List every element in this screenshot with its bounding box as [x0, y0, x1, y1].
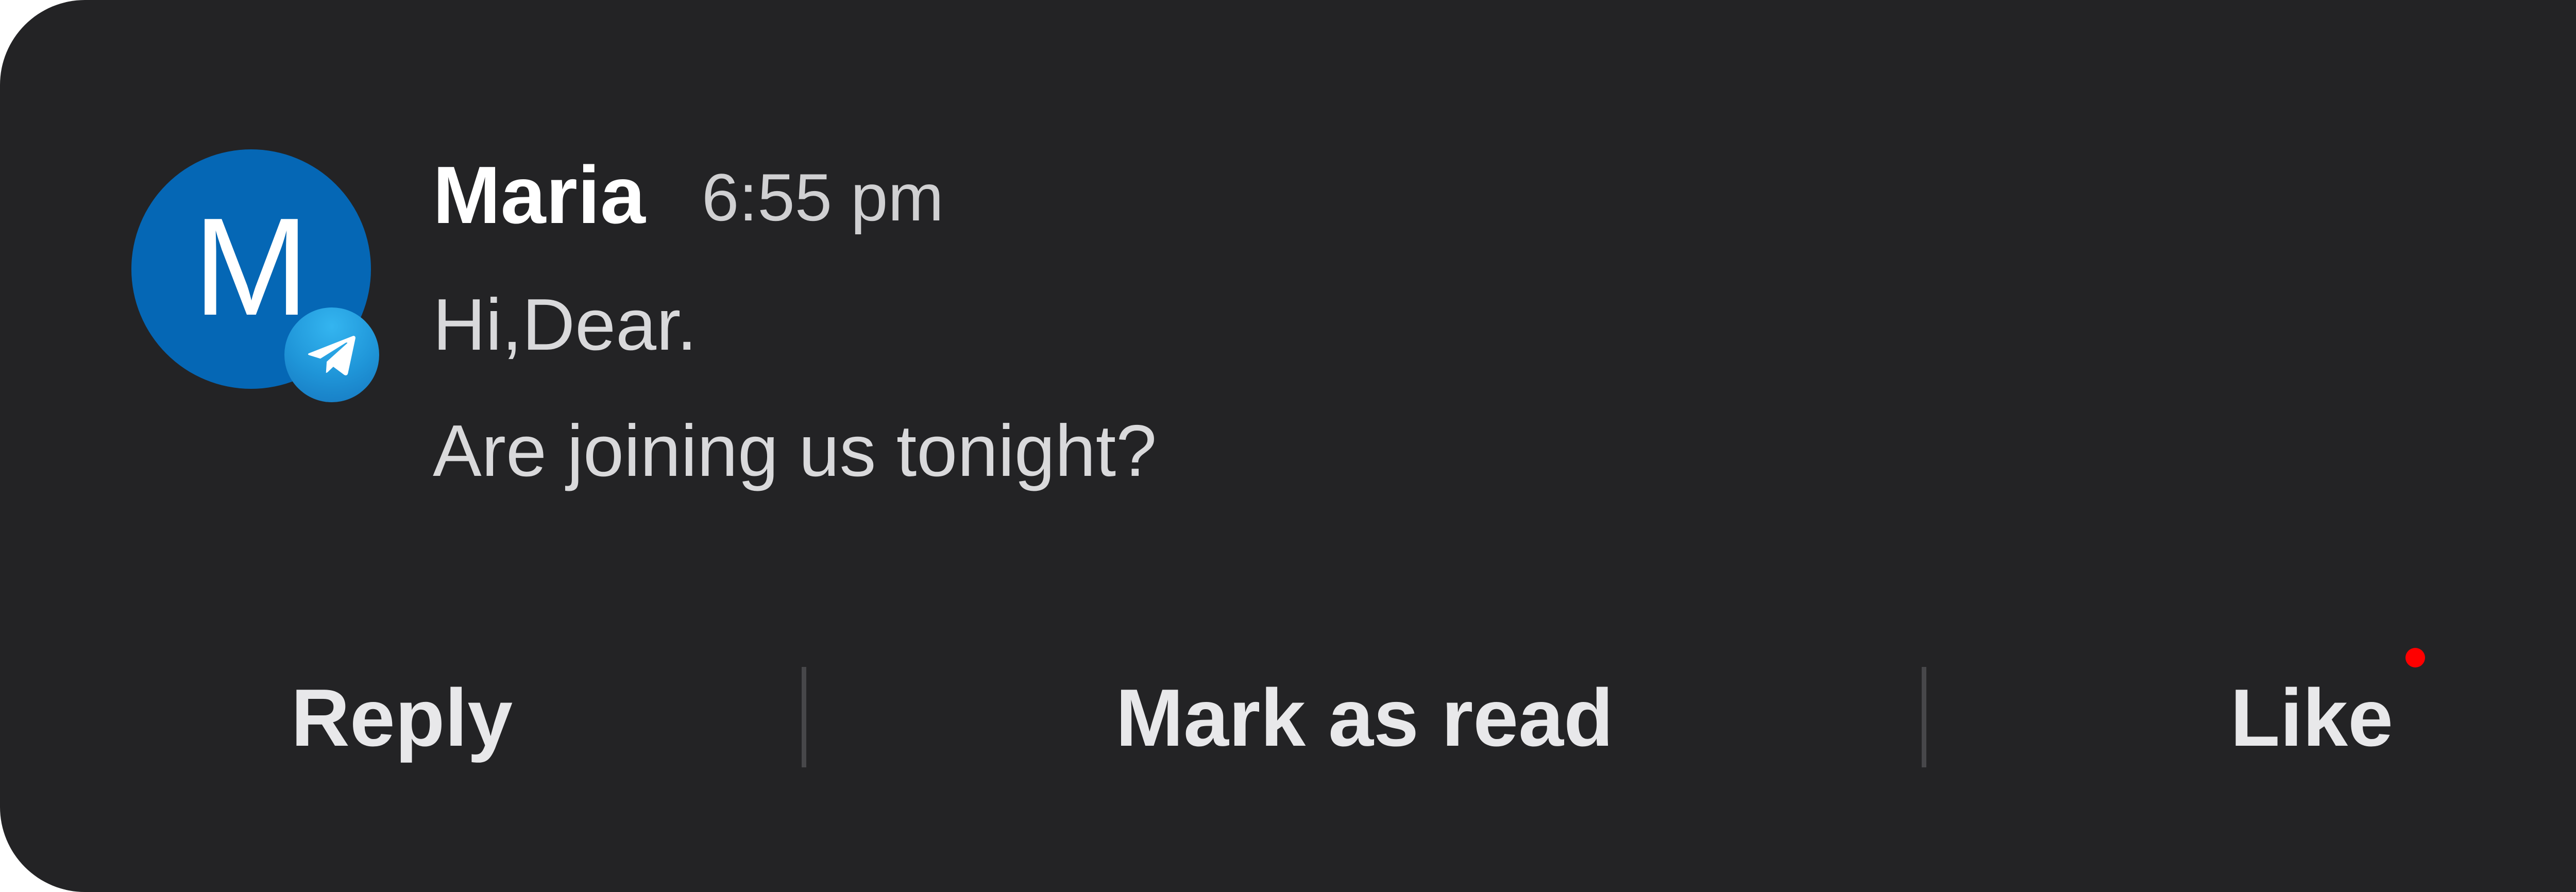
- avatar-initial: M: [193, 189, 309, 345]
- notification-card[interactable]: M Maria 6:55 pm Hi,Dear. Are joining us …: [0, 0, 2576, 892]
- reply-button[interactable]: Reply: [0, 677, 804, 759]
- telegram-badge-icon: [284, 307, 379, 402]
- like-button[interactable]: Like: [1925, 677, 2576, 759]
- notification-dot-icon: [2405, 648, 2425, 667]
- mark-as-read-button[interactable]: Mark as read: [804, 677, 1925, 759]
- message-line: Hi,Dear.: [433, 284, 697, 366]
- paper-plane-icon: [308, 336, 355, 375]
- message-timestamp: 6:55 pm: [702, 160, 944, 235]
- sender-name: Maria: [433, 150, 646, 241]
- message-line: Are joining us tonight?: [433, 410, 1157, 492]
